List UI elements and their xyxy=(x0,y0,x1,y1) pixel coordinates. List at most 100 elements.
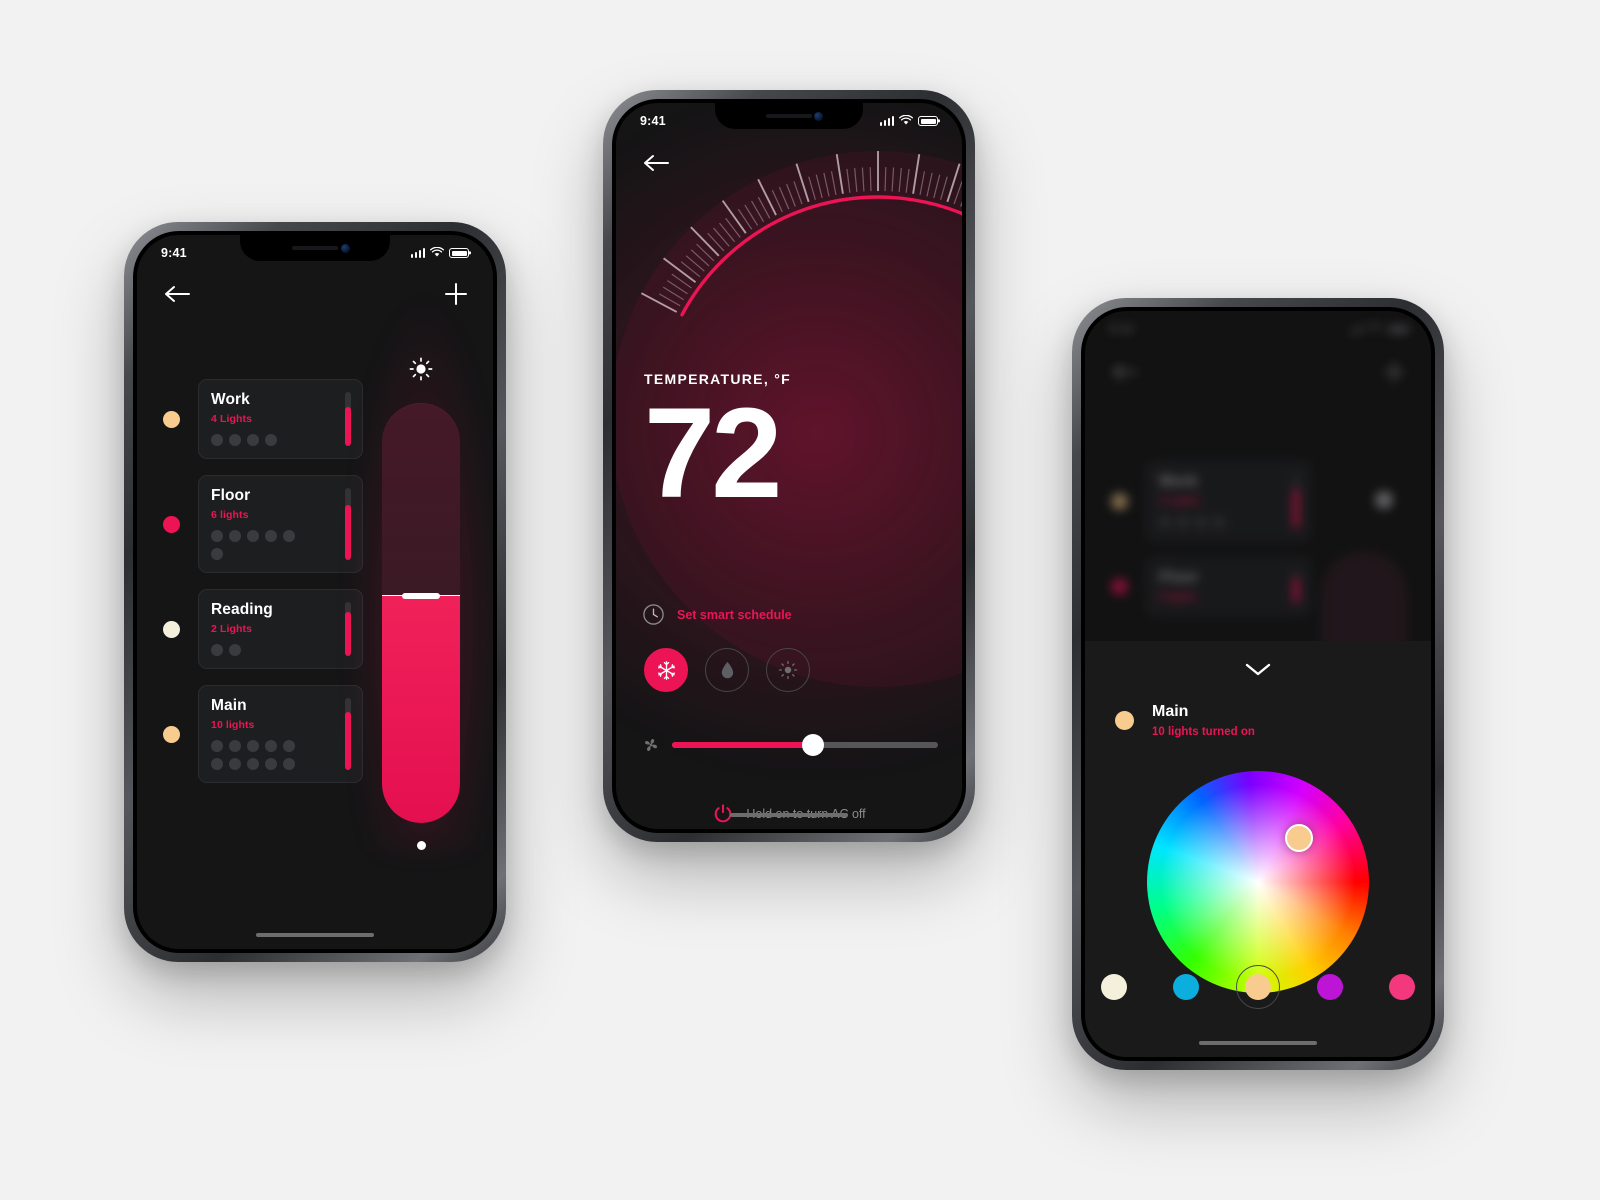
room-color-dot xyxy=(1111,492,1128,510)
room-light-count: 2 Lights xyxy=(211,623,253,635)
sun-icon[interactable] xyxy=(409,357,433,381)
bulb-dot[interactable] xyxy=(247,434,259,446)
room-card[interactable]: Floor 6 lights xyxy=(198,475,363,573)
bulb-dot[interactable] xyxy=(265,434,277,446)
bulb-dot[interactable] xyxy=(229,434,241,446)
bulb-dot[interactable] xyxy=(229,644,241,656)
fan-slider[interactable] xyxy=(672,734,938,756)
room-name: Work xyxy=(1159,473,1198,490)
bulb-dot[interactable] xyxy=(283,740,295,752)
bulb-dot[interactable] xyxy=(283,530,295,542)
plus-icon[interactable] xyxy=(445,283,467,305)
bulb-dot[interactable] xyxy=(265,530,277,542)
room-item-floor[interactable]: Floor 6 lights xyxy=(163,475,363,573)
bulb-dot[interactable] xyxy=(265,758,277,770)
brightness-min-dot[interactable] xyxy=(416,841,426,850)
phone-color-picker: 9:41 Work 4 Lights Floor 6 lights Main 1… xyxy=(1072,298,1444,1070)
room-card: Floor 6 lights xyxy=(1146,557,1311,616)
bulb-grid xyxy=(1159,516,1251,528)
brightness-knob[interactable] xyxy=(402,593,440,600)
room-level-slider[interactable] xyxy=(345,392,351,446)
bulb-dot[interactable] xyxy=(211,548,223,560)
swatch-cyan[interactable] xyxy=(1164,965,1208,1009)
status-time: 9:41 xyxy=(1109,321,1135,336)
room-card[interactable]: Work 4 Lights xyxy=(198,379,363,459)
color-picker-screen: 9:41 Work 4 Lights Floor 6 lights Main 1… xyxy=(1085,311,1431,1057)
back-arrow-icon[interactable] xyxy=(163,284,191,304)
room-light-count: 4 Lights xyxy=(1159,495,1201,507)
swatch-warm-white[interactable] xyxy=(1092,965,1136,1009)
smart-schedule-link[interactable]: Set smart schedule xyxy=(642,603,792,626)
bulb-dot[interactable] xyxy=(229,530,241,542)
battery-icon xyxy=(918,116,938,126)
phone-bezel: 9:41 xyxy=(133,231,497,953)
color-wheel[interactable] xyxy=(1147,771,1369,993)
bulb-grid xyxy=(211,434,303,446)
swatch-pink[interactable] xyxy=(1380,965,1424,1009)
battery-icon xyxy=(449,248,469,258)
bulb-dot[interactable] xyxy=(211,644,223,656)
chevron-down-icon[interactable] xyxy=(1245,663,1271,682)
background-room-item: Floor 6 lights xyxy=(1111,557,1311,616)
mode-humidity-button[interactable] xyxy=(705,648,749,692)
home-indicator xyxy=(730,813,848,817)
room-light-count: 6 lights xyxy=(211,509,249,521)
room-status: 10 lights turned on xyxy=(1152,726,1255,738)
mode-selector xyxy=(644,648,810,692)
room-name: Work xyxy=(211,391,250,408)
brightness-control xyxy=(349,291,493,949)
back-arrow-icon xyxy=(1111,362,1139,382)
bulb-dot[interactable] xyxy=(211,434,223,446)
room-item-main[interactable]: Main 10 lights xyxy=(163,685,363,783)
bulb-grid xyxy=(211,644,303,656)
home-indicator xyxy=(256,933,374,937)
back-arrow-icon[interactable] xyxy=(642,153,670,173)
mode-cool-button[interactable] xyxy=(644,648,688,692)
status-bar: 9:41 xyxy=(616,103,962,131)
color-wheel-knob[interactable] xyxy=(1284,824,1313,853)
bulb-dot[interactable] xyxy=(211,758,223,770)
phone-bezel: 9:41 xyxy=(612,99,966,833)
bulb-dot[interactable] xyxy=(229,758,241,770)
bulb-dot xyxy=(1195,516,1207,528)
swatch-purple[interactable] xyxy=(1308,965,1352,1009)
swatch-peach[interactable] xyxy=(1236,965,1280,1009)
battery-icon xyxy=(1387,324,1407,334)
color-wheel-gradient[interactable] xyxy=(1147,771,1369,993)
room-card[interactable]: Main 10 lights xyxy=(198,685,363,783)
bulb-dot[interactable] xyxy=(211,740,223,752)
background-room-item: Work 4 Lights xyxy=(1111,461,1311,541)
room-color-dot[interactable] xyxy=(163,620,180,638)
bulb-dot[interactable] xyxy=(247,740,259,752)
room-level-slider[interactable] xyxy=(345,602,351,656)
home-indicator xyxy=(1199,1041,1317,1045)
brightness-slider[interactable] xyxy=(382,403,460,823)
room-item-work[interactable]: Work 4 Lights xyxy=(163,379,363,459)
room-level-slider[interactable] xyxy=(345,488,351,560)
status-time: 9:41 xyxy=(161,245,187,260)
room-card[interactable]: Reading 2 Lights xyxy=(198,589,363,669)
phone-bezel: 9:41 xyxy=(1081,307,1435,1061)
wifi-icon xyxy=(430,247,444,257)
lights-body: Work 4 Lights Floor 6 lights Reading 2 L… xyxy=(137,291,493,949)
thermostat-navbar xyxy=(616,153,962,173)
bulb-dot[interactable] xyxy=(247,530,259,542)
bulb-dot[interactable] xyxy=(211,530,223,542)
room-name: Floor xyxy=(211,487,251,504)
room-color-dot[interactable] xyxy=(163,410,180,428)
room-color-dot[interactable] xyxy=(163,515,180,533)
bulb-dot[interactable] xyxy=(247,758,259,770)
room-color-dot[interactable] xyxy=(1115,711,1134,730)
room-item-reading[interactable]: Reading 2 Lights xyxy=(163,589,363,669)
bulb-dot[interactable] xyxy=(265,740,277,752)
bulb-dot[interactable] xyxy=(229,740,241,752)
mode-heat-button[interactable] xyxy=(766,648,810,692)
bulb-dot[interactable] xyxy=(283,758,295,770)
room-level-slider[interactable] xyxy=(345,698,351,770)
wifi-icon xyxy=(899,115,913,125)
room-color-dot[interactable] xyxy=(163,725,180,743)
fan-slider-knob[interactable] xyxy=(801,734,824,756)
status-icons xyxy=(879,115,938,126)
status-icons xyxy=(410,247,469,258)
smart-schedule-label: Set smart schedule xyxy=(677,607,792,622)
